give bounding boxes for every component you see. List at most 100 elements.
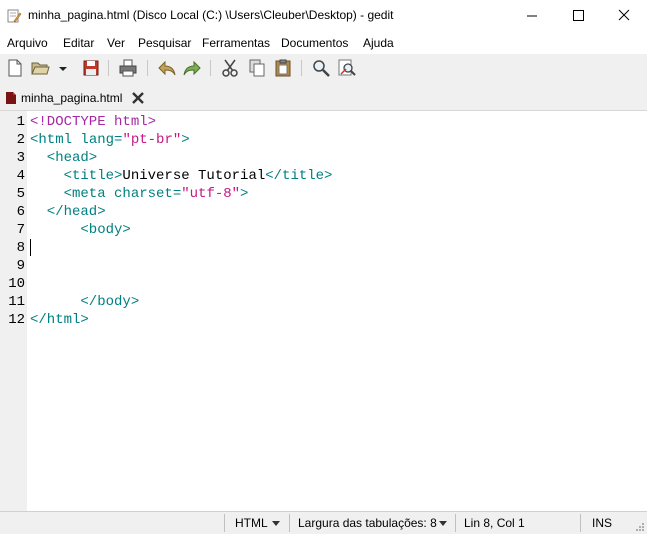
tab-width-dropdown-icon[interactable]	[439, 521, 447, 526]
code-line[interactable]: </html>	[30, 311, 89, 329]
menu-bar: Arquivo Editar Ver Pesquisar Ferramentas…	[0, 32, 647, 54]
copy-button[interactable]	[247, 58, 267, 78]
line-number: 5	[16, 186, 25, 202]
search-icon	[313, 60, 330, 77]
line-number: 3	[16, 150, 25, 166]
text-editor[interactable]: 1 2 3 4 5 6 7 8 9 10 11 12 <!DOCTYPE html> <html lan…	[0, 110, 647, 512]
line-number: 2	[16, 132, 25, 148]
text-caret	[30, 239, 31, 256]
code-token: <!DOCTYPE html>	[30, 114, 157, 130]
undo-button[interactable]	[157, 58, 177, 78]
code-token: >	[240, 186, 249, 202]
maximize-icon	[573, 10, 584, 21]
code-token: </html>	[30, 312, 89, 328]
cut-icon	[222, 59, 238, 77]
code-line[interactable]: </head>	[30, 203, 106, 221]
code-token: </title>	[265, 168, 333, 184]
code-token: charset=	[114, 186, 182, 202]
cut-button[interactable]	[220, 58, 240, 78]
toolbar-separator	[301, 60, 302, 76]
code-line[interactable]: <meta charset="utf-8">	[30, 185, 249, 203]
menu-ver[interactable]: Ver	[107, 36, 125, 50]
document-icon	[6, 92, 16, 104]
minimize-icon	[527, 15, 537, 17]
status-divider	[224, 514, 225, 532]
line-number: 9	[16, 258, 25, 274]
line-number: 11	[8, 294, 25, 310]
new-document-icon	[8, 59, 22, 77]
language-selector[interactable]: HTML	[235, 516, 268, 530]
code-token: "pt-br"	[122, 132, 182, 148]
maximize-button[interactable]	[555, 0, 601, 32]
cursor-position: Lin 8, Col 1	[464, 516, 525, 530]
status-divider	[289, 514, 290, 532]
code-token: </body>	[30, 294, 140, 310]
code-line[interactable]: <!DOCTYPE html>	[30, 113, 156, 131]
open-button[interactable]	[30, 58, 50, 78]
document-tab[interactable]: minha_pagina.html	[0, 85, 150, 110]
toolbar-separator	[147, 60, 148, 76]
menu-documentos[interactable]: Documentos	[281, 36, 348, 50]
menu-arquivo[interactable]: Arquivo	[7, 36, 48, 50]
line-number: 4	[16, 168, 25, 184]
save-button[interactable]	[81, 58, 101, 78]
save-icon	[83, 60, 99, 76]
redo-button[interactable]	[182, 58, 202, 78]
menu-ajuda[interactable]: Ajuda	[363, 36, 394, 50]
line-number: 1	[16, 114, 25, 130]
status-bar: HTML Largura das tabulações: 8 Lin 8, Co…	[0, 511, 647, 534]
paste-icon	[275, 59, 291, 77]
code-line[interactable]: <head>	[30, 149, 97, 167]
language-dropdown-icon[interactable]	[272, 521, 280, 526]
open-dropdown-button[interactable]	[56, 58, 70, 78]
code-token: <html	[30, 132, 81, 148]
status-divider	[580, 514, 581, 532]
code-line[interactable]: <body>	[30, 221, 131, 239]
line-number: 12	[8, 312, 25, 328]
menu-editar[interactable]: Editar	[63, 36, 94, 50]
line-number: 8	[16, 240, 25, 256]
copy-icon	[249, 59, 265, 77]
code-line[interactable]: </body>	[30, 293, 139, 311]
close-window-button[interactable]	[601, 0, 647, 32]
title-bar: minha_pagina.html (Disco Local (C:) \Use…	[0, 0, 647, 32]
toolbar	[0, 54, 647, 82]
gedit-app-icon	[7, 9, 22, 23]
code-token: lang=	[80, 132, 123, 148]
paste-button[interactable]	[273, 58, 293, 78]
tab-label: minha_pagina.html	[21, 91, 123, 105]
redo-icon	[183, 60, 201, 76]
line-number: 7	[16, 222, 25, 238]
code-token: <body>	[30, 222, 131, 238]
find-replace-button[interactable]	[337, 58, 357, 78]
print-button[interactable]	[118, 58, 138, 78]
line-number-gutter: 1 2 3 4 5 6 7 8 9 10 11 12	[0, 111, 27, 512]
code-token: <meta	[30, 186, 115, 202]
print-icon	[119, 59, 137, 77]
line-number: 10	[8, 276, 25, 292]
window-title: minha_pagina.html (Disco Local (C:) \Use…	[28, 8, 394, 22]
toolbar-separator	[108, 60, 109, 76]
code-token: Universe Tutorial	[122, 168, 266, 184]
new-document-button[interactable]	[5, 58, 25, 78]
find-button[interactable]	[311, 58, 331, 78]
undo-icon	[158, 60, 176, 76]
code-token: <title>	[30, 168, 123, 184]
resize-grip-icon[interactable]	[635, 522, 645, 532]
menu-ferramentas[interactable]: Ferramentas	[202, 36, 270, 50]
minimize-button[interactable]	[509, 0, 555, 32]
open-folder-icon	[31, 62, 50, 75]
menu-pesquisar[interactable]: Pesquisar	[138, 36, 191, 50]
toolbar-separator	[210, 60, 211, 76]
code-line[interactable]: <html lang="pt-br">	[30, 131, 190, 149]
insert-mode: INS	[592, 516, 613, 530]
line-number: 6	[16, 204, 25, 220]
close-icon	[618, 9, 630, 21]
code-line[interactable]: <title>Universe Tutorial</title>	[30, 167, 333, 185]
code-token: <head>	[30, 150, 98, 166]
tab-width-selector[interactable]: Largura das tabulações: 8	[298, 516, 437, 530]
code-token: >	[181, 132, 190, 148]
chevron-down-icon	[59, 67, 67, 71]
code-token: "utf-8"	[181, 186, 241, 202]
tab-close-icon[interactable]	[131, 91, 145, 105]
